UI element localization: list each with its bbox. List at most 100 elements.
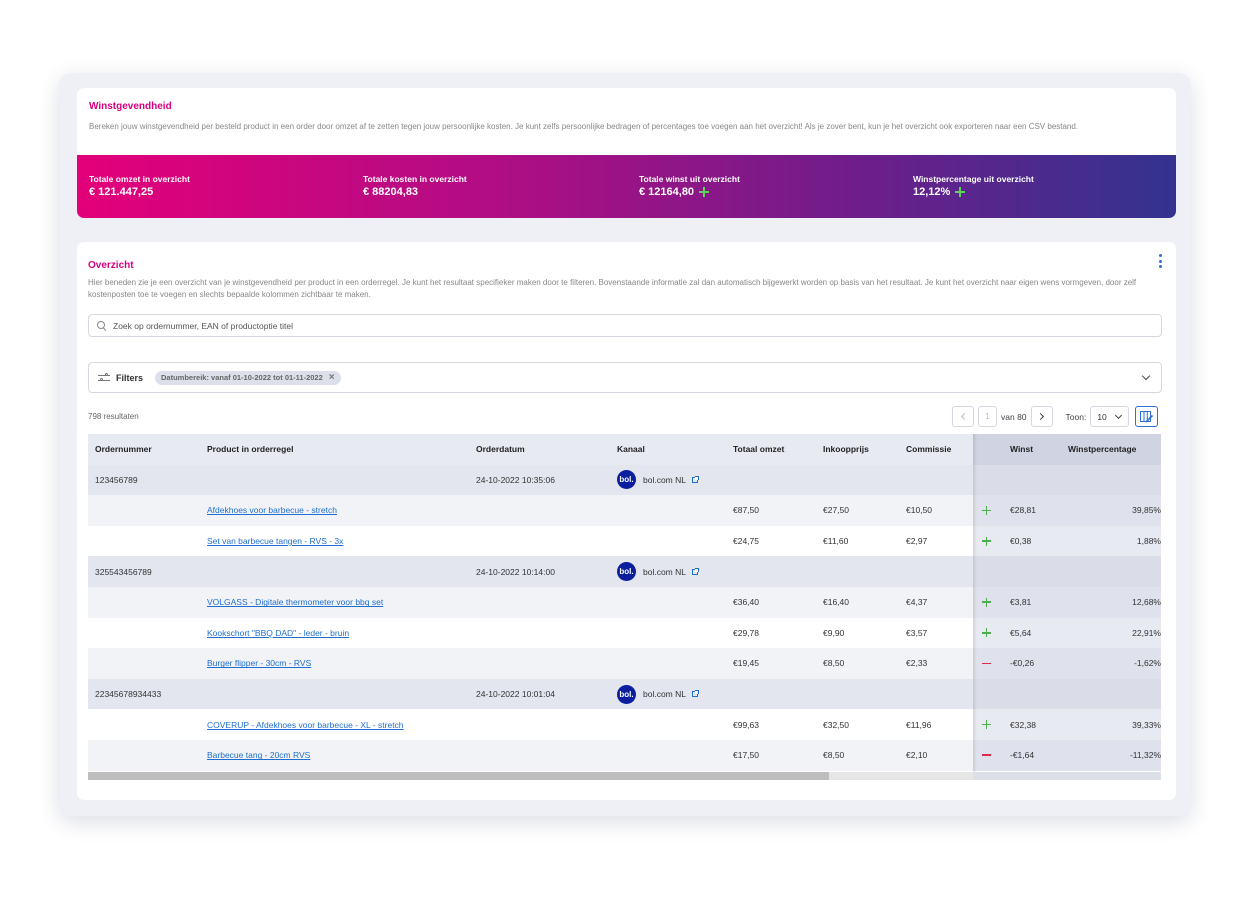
external-link-icon[interactable] — [692, 567, 699, 575]
stat-value: € 121.447,25 — [89, 186, 154, 198]
profit: €3,81 — [1010, 597, 1032, 608]
col-header-order-number[interactable]: Ordernummer — [95, 434, 152, 465]
page-number-input[interactable]: 1 — [978, 406, 997, 427]
plus-icon — [982, 505, 991, 515]
col-header-commission[interactable]: Commissie — [906, 434, 951, 465]
stat-value: 12,12% — [913, 186, 951, 198]
purchase-price: €9,90 — [823, 627, 845, 638]
order-line-row: Kookschort "BBQ DAD" - leder - bruin €29,… — [88, 617, 1161, 649]
stat-label: Totale winst uit overzicht — [639, 174, 740, 184]
purchase-price: €32,50 — [823, 719, 849, 730]
search-input[interactable] — [113, 320, 1013, 331]
purchase-price: €8,50 — [823, 658, 845, 669]
next-page-button[interactable] — [1030, 406, 1053, 427]
plus-icon — [982, 720, 991, 730]
order-date: 24-10-2022 10:01:04 — [476, 689, 555, 700]
order-row: 123456789 24-10-2022 10:35:06 bol. bol.com … — [88, 464, 1161, 496]
search-box[interactable] — [88, 314, 1162, 337]
search-icon — [97, 320, 107, 331]
col-header-purchase-price[interactable]: Inkoopprijs — [823, 434, 869, 465]
profit-percentage: -11,32% — [1129, 750, 1161, 761]
profit-percentage: 22,91% — [1132, 627, 1161, 638]
profit-percentage: 12,68% — [1132, 597, 1161, 608]
stat-total-profit: Totale winst uit overzicht € 12164,80 — [639, 174, 740, 198]
profit-percentage: 39,85% — [1132, 505, 1161, 516]
order-number: 123456789 — [95, 474, 138, 485]
page-total-label: van 80 — [1001, 411, 1027, 422]
plus-icon — [982, 628, 991, 638]
product-link[interactable]: Burger flipper - 30cm - RVS — [207, 658, 311, 668]
pagination: 1 van 80 Toon: 10 — [952, 406, 1159, 427]
stat-label: Winstpercentage uit overzicht — [913, 174, 1034, 184]
col-header-product[interactable]: Product in orderregel — [207, 434, 293, 465]
col-header-profit[interactable]: Winst — [1010, 434, 1033, 465]
summary-title: Winstgevendheid — [89, 101, 172, 112]
order-number: 22345678934433 — [95, 689, 162, 700]
overview-card: Overzicht Hier beneden zie je een overzi… — [77, 242, 1176, 800]
product-link[interactable]: VOLGASS - Digitale thermometer voor bbq … — [207, 597, 383, 607]
purchase-price: €11,60 — [823, 536, 849, 547]
product-link[interactable]: Set van barbecue tangen - RVS - 3x — [207, 536, 343, 546]
stat-label: Totale omzet in overzicht — [89, 174, 190, 184]
col-header-total-revenue[interactable]: Totaal omzet — [733, 434, 784, 465]
profit-percentage: 1,88% — [1136, 536, 1161, 547]
profit-percentage: -1,62% — [1134, 658, 1161, 669]
total-revenue: €36,40 — [733, 597, 759, 608]
filters-bar[interactable]: Filters Datumbereik: vanaf 01-10-2022 to… — [88, 362, 1162, 393]
total-revenue: €19,45 — [733, 658, 759, 669]
product-link[interactable]: Barbecue tang - 20cm RVS — [207, 750, 310, 760]
profit-percentage: 39,33% — [1132, 719, 1161, 730]
stat-value: € 88204,83 — [363, 186, 419, 198]
previous-page-button[interactable] — [952, 406, 974, 427]
commission: €2,10 — [906, 750, 928, 761]
commission: €10,50 — [906, 505, 932, 516]
edit-columns-button[interactable] — [1135, 406, 1159, 427]
product-link[interactable]: Kookschort "BBQ DAD" - leder - bruin — [207, 628, 349, 638]
channel-name: bol.com NL — [643, 689, 686, 700]
order-line-row: VOLGASS - Digitale thermometer voor bbq … — [88, 587, 1161, 618]
external-link-icon[interactable] — [692, 690, 699, 698]
horizontal-scrollbar[interactable] — [88, 772, 973, 780]
plus-icon — [982, 597, 991, 607]
external-link-icon[interactable] — [692, 475, 699, 483]
overview-description: Hier beneden zie je een overzicht van je… — [88, 278, 1137, 299]
per-page-label: Toon: — [1065, 411, 1087, 422]
order-line-row: Burger flipper - 30cm - RVS €19,45 €8,50 €2… — [88, 648, 1161, 679]
purchase-price: €8,50 — [823, 750, 845, 761]
col-header-order-date[interactable]: Orderdatum — [476, 434, 525, 465]
stat-label: Totale kosten in overzicht — [363, 174, 467, 184]
profit: €32,38 — [1010, 719, 1036, 730]
stat-total-revenue: Totale omzet in overzicht € 121.447,25 — [89, 174, 190, 198]
filters-label: Filters — [116, 372, 144, 383]
profit: -€0,26 — [1010, 658, 1035, 669]
profit: €28,81 — [1010, 505, 1036, 516]
scrollbar-thumb[interactable] — [88, 772, 829, 780]
profitability-summary-card: Winstgevendheid Bereken jouw winstgevend… — [77, 88, 1176, 218]
more-options-icon[interactable] — [1157, 254, 1163, 268]
order-number: 325543456789 — [95, 566, 152, 577]
edit-columns-icon — [1140, 410, 1154, 423]
summary-description: Bereken jouw winstgevendheid per besteld… — [89, 122, 1079, 131]
order-line-row: Set van barbecue tangen - RVS - 3x €24,75… — [88, 525, 1161, 557]
purchase-price: €27,50 — [823, 505, 849, 516]
order-row: 325543456789 24-10-2022 10:14:00 bol. bol.c… — [88, 556, 1161, 587]
col-header-profit-percentage[interactable]: Winstpercentage — [1068, 434, 1136, 465]
commission: €3,57 — [906, 627, 928, 638]
remove-filter-icon[interactable]: × — [329, 372, 335, 383]
commission: €4,37 — [906, 597, 928, 608]
bol-logo: bol. — [617, 470, 636, 490]
total-revenue: €87,50 — [733, 505, 759, 516]
product-link[interactable]: Afdekhoes voor barbecue - stretch — [207, 505, 337, 515]
chevron-down-icon[interactable] — [1142, 374, 1150, 382]
order-line-row: COVERUP - Afdekhoes voor barbecue - XL -… — [88, 709, 1161, 740]
order-line-row: Afdekhoes voor barbecue - stretch €87,50 €… — [88, 495, 1161, 526]
table-header: Ordernummer Product in orderregel Orderd… — [88, 434, 1161, 465]
channel-name: bol.com NL — [643, 566, 686, 577]
results-count: 798 resultaten — [88, 412, 139, 421]
per-page-select[interactable]: 10 — [1090, 406, 1130, 427]
order-date: 24-10-2022 10:35:06 — [476, 474, 555, 485]
col-header-channel[interactable]: Kanaal — [617, 434, 645, 465]
plus-icon — [699, 187, 710, 197]
purchase-price: €16,40 — [823, 597, 849, 608]
product-link[interactable]: COVERUP - Afdekhoes voor barbecue - XL -… — [207, 720, 404, 730]
